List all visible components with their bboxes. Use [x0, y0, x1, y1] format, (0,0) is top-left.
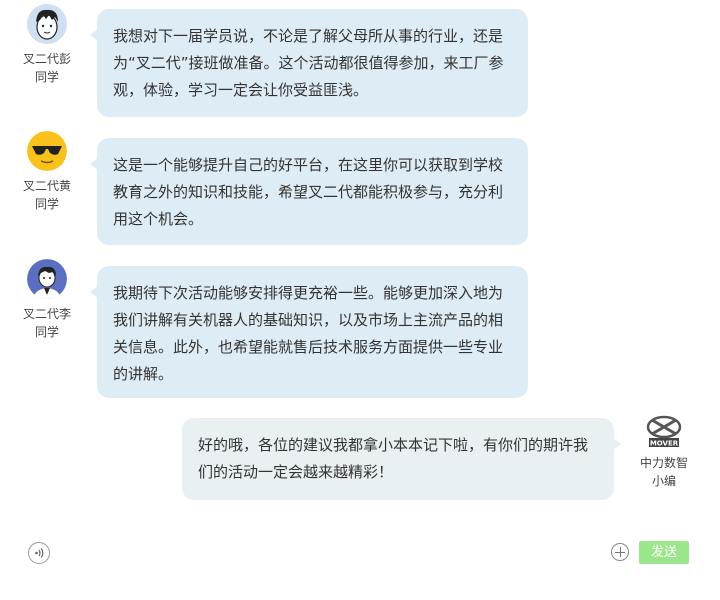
voice-icon[interactable] — [28, 542, 50, 564]
sunglasses-emoji-icon[interactable] — [27, 131, 67, 171]
sender-name: 叉二代黄 同学 — [22, 179, 71, 211]
sender-info: 叉二代李 同学 — [7, 259, 87, 341]
plus-icon[interactable] — [611, 543, 629, 561]
message-bubble: 我想对下一届学员说，不论是了解父母所从事的行业，还是为“叉二代”接班做准备。这个… — [90, 9, 528, 117]
sender-info: 叉二代黄 同学 — [7, 131, 87, 213]
sender-name: 中力数智 小编 — [639, 456, 688, 488]
mover-logo-text: MOVER — [650, 440, 679, 448]
message-text: 我期待下次活动能够安排得更充裕一些。能够更加深入地为我们讲解有关机器人的基础知识… — [113, 284, 504, 383]
boy-suit-icon[interactable] — [27, 259, 67, 299]
boy-cartoon-icon[interactable] — [27, 4, 67, 44]
message-text: 好的哦，各位的建议我都拿小本本记下啦，有你们的期许我们的活动一定会越来越精彩！ — [198, 436, 589, 481]
message-text: 我想对下一届学员说，不论是了解父母所从事的行业，还是为“叉二代”接班做准备。这个… — [113, 27, 504, 99]
input-bar: 发送 — [0, 535, 720, 575]
mover-logo-icon[interactable]: MOVER — [644, 414, 684, 450]
message-bubble: 这是一个能够提升自己的好平台，在这里你可以获取到学校教育之外的知识和技能，希望叉… — [90, 138, 528, 245]
sender-info: 叉二代彭 同学 — [7, 4, 87, 86]
send-button[interactable]: 发送 — [639, 541, 689, 564]
sender-info: MOVER 中力数智 小编 — [624, 414, 704, 490]
sender-name: 叉二代彭 同学 — [22, 52, 71, 84]
message-text: 这是一个能够提升自己的好平台，在这里你可以获取到学校教育之外的知识和技能，希望叉… — [113, 156, 504, 228]
sender-name: 叉二代李 同学 — [22, 307, 71, 339]
message-bubble: 好的哦，各位的建议我都拿小本本记下啦，有你们的期许我们的活动一定会越来越精彩！ — [182, 418, 621, 500]
message-bubble: 我期待下次活动能够安排得更充裕一些。能够更加深入地为我们讲解有关机器人的基础知识… — [90, 266, 528, 398]
